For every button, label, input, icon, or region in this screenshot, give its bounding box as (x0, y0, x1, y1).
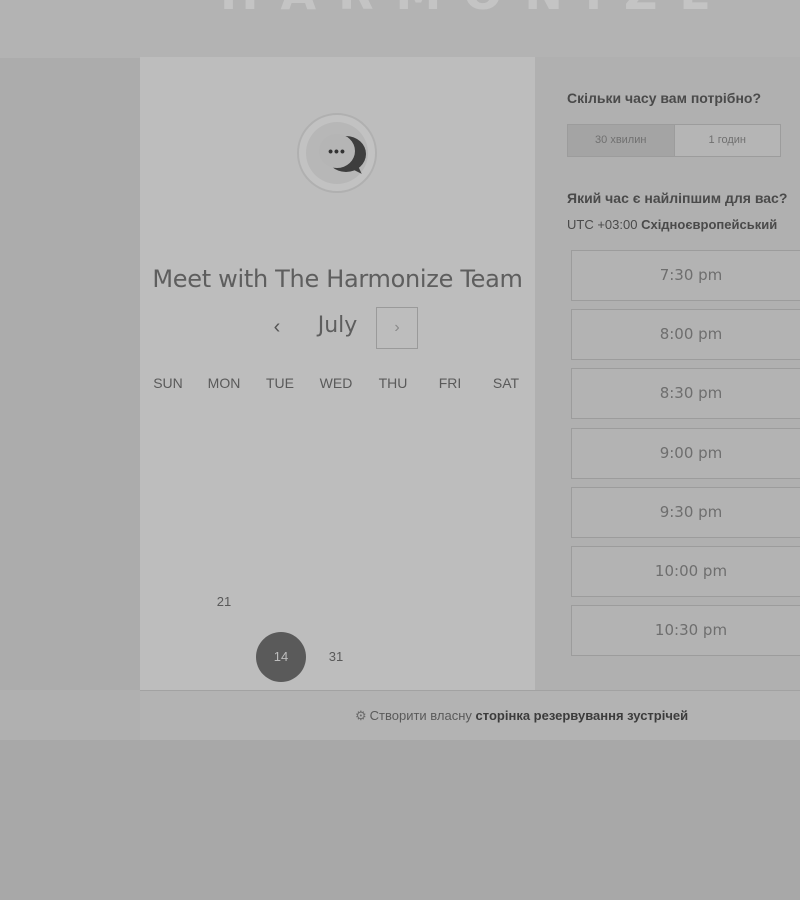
time-slot-button[interactable]: 7:30 pm (571, 250, 800, 301)
time-slot-button[interactable]: 10:00 pm (571, 546, 800, 597)
time-slot-button[interactable]: 9:30 pm (571, 487, 800, 538)
time-question: Який час є найліпшим для вас? (567, 190, 788, 206)
footer-link-prefix: Створити власну (369, 708, 472, 723)
weekday-sat: SAT (492, 375, 520, 391)
month-label: July (317, 313, 358, 338)
time-slot-button[interactable]: 10:30 pm (571, 605, 800, 656)
calendar-day-selected[interactable]: 14 (256, 632, 306, 682)
avatar: ••• (297, 113, 377, 193)
weekday-fri: FRI (438, 375, 462, 391)
duration-toggle: 30 хвилин 1 годин (567, 124, 781, 157)
time-slot-button[interactable]: 8:30 pm (571, 368, 800, 419)
calendar-card: ••• Meet with The Harmonize Team ‹ July … (140, 57, 535, 690)
calendar-day[interactable]: 31 (311, 632, 361, 682)
weekday-wed: WED (319, 375, 353, 391)
next-month-button[interactable]: › (376, 307, 418, 349)
weekday-header: SUN MON TUE WED THU FRI SAT (140, 375, 535, 395)
chat-bubble-icon: ••• (306, 122, 368, 184)
booking-panel: Скільки часу вам потрібно? 30 хвилин 1 г… (535, 57, 800, 690)
weekday-mon: MON (207, 375, 241, 391)
footer-bar: ⚙ Створити власну сторінка резервування з… (140, 690, 800, 740)
create-booking-page-link[interactable]: ⚙ Створити власну сторінка резервування з… (355, 708, 688, 724)
weekday-thu: THU (378, 375, 408, 391)
meeting-title: Meet with The Harmonize Team (152, 265, 523, 293)
month-navigation: ‹ July › (140, 307, 535, 349)
sprocket-icon: ⚙ (355, 708, 367, 723)
weekday-sun: SUN (153, 375, 183, 391)
brand-logo: HARMONIZE (220, 0, 800, 14)
footer-link-bold: сторінка резервування зустрічей (475, 708, 689, 723)
time-slot-button[interactable]: 8:00 pm (571, 309, 800, 360)
timezone-label[interactable]: UTC +03:00 Східноєвропейський (567, 217, 777, 232)
timezone-offset: UTC +03:00 (567, 217, 638, 232)
timezone-name: Східноєвропейський (641, 217, 778, 232)
duration-option-1h[interactable]: 1 годин (675, 125, 781, 156)
backdrop-strip (0, 690, 140, 740)
prev-month-button[interactable]: ‹ (265, 311, 289, 345)
calendar-day[interactable]: 21 (199, 577, 249, 627)
duration-option-30min[interactable]: 30 хвилин (568, 125, 675, 156)
duration-question: Скільки часу вам потрібно? (567, 90, 762, 106)
weekday-tue: TUE (266, 375, 294, 391)
time-slot-button[interactable]: 9:00 pm (571, 428, 800, 479)
page-header-band: HARMONIZE (0, 0, 800, 58)
